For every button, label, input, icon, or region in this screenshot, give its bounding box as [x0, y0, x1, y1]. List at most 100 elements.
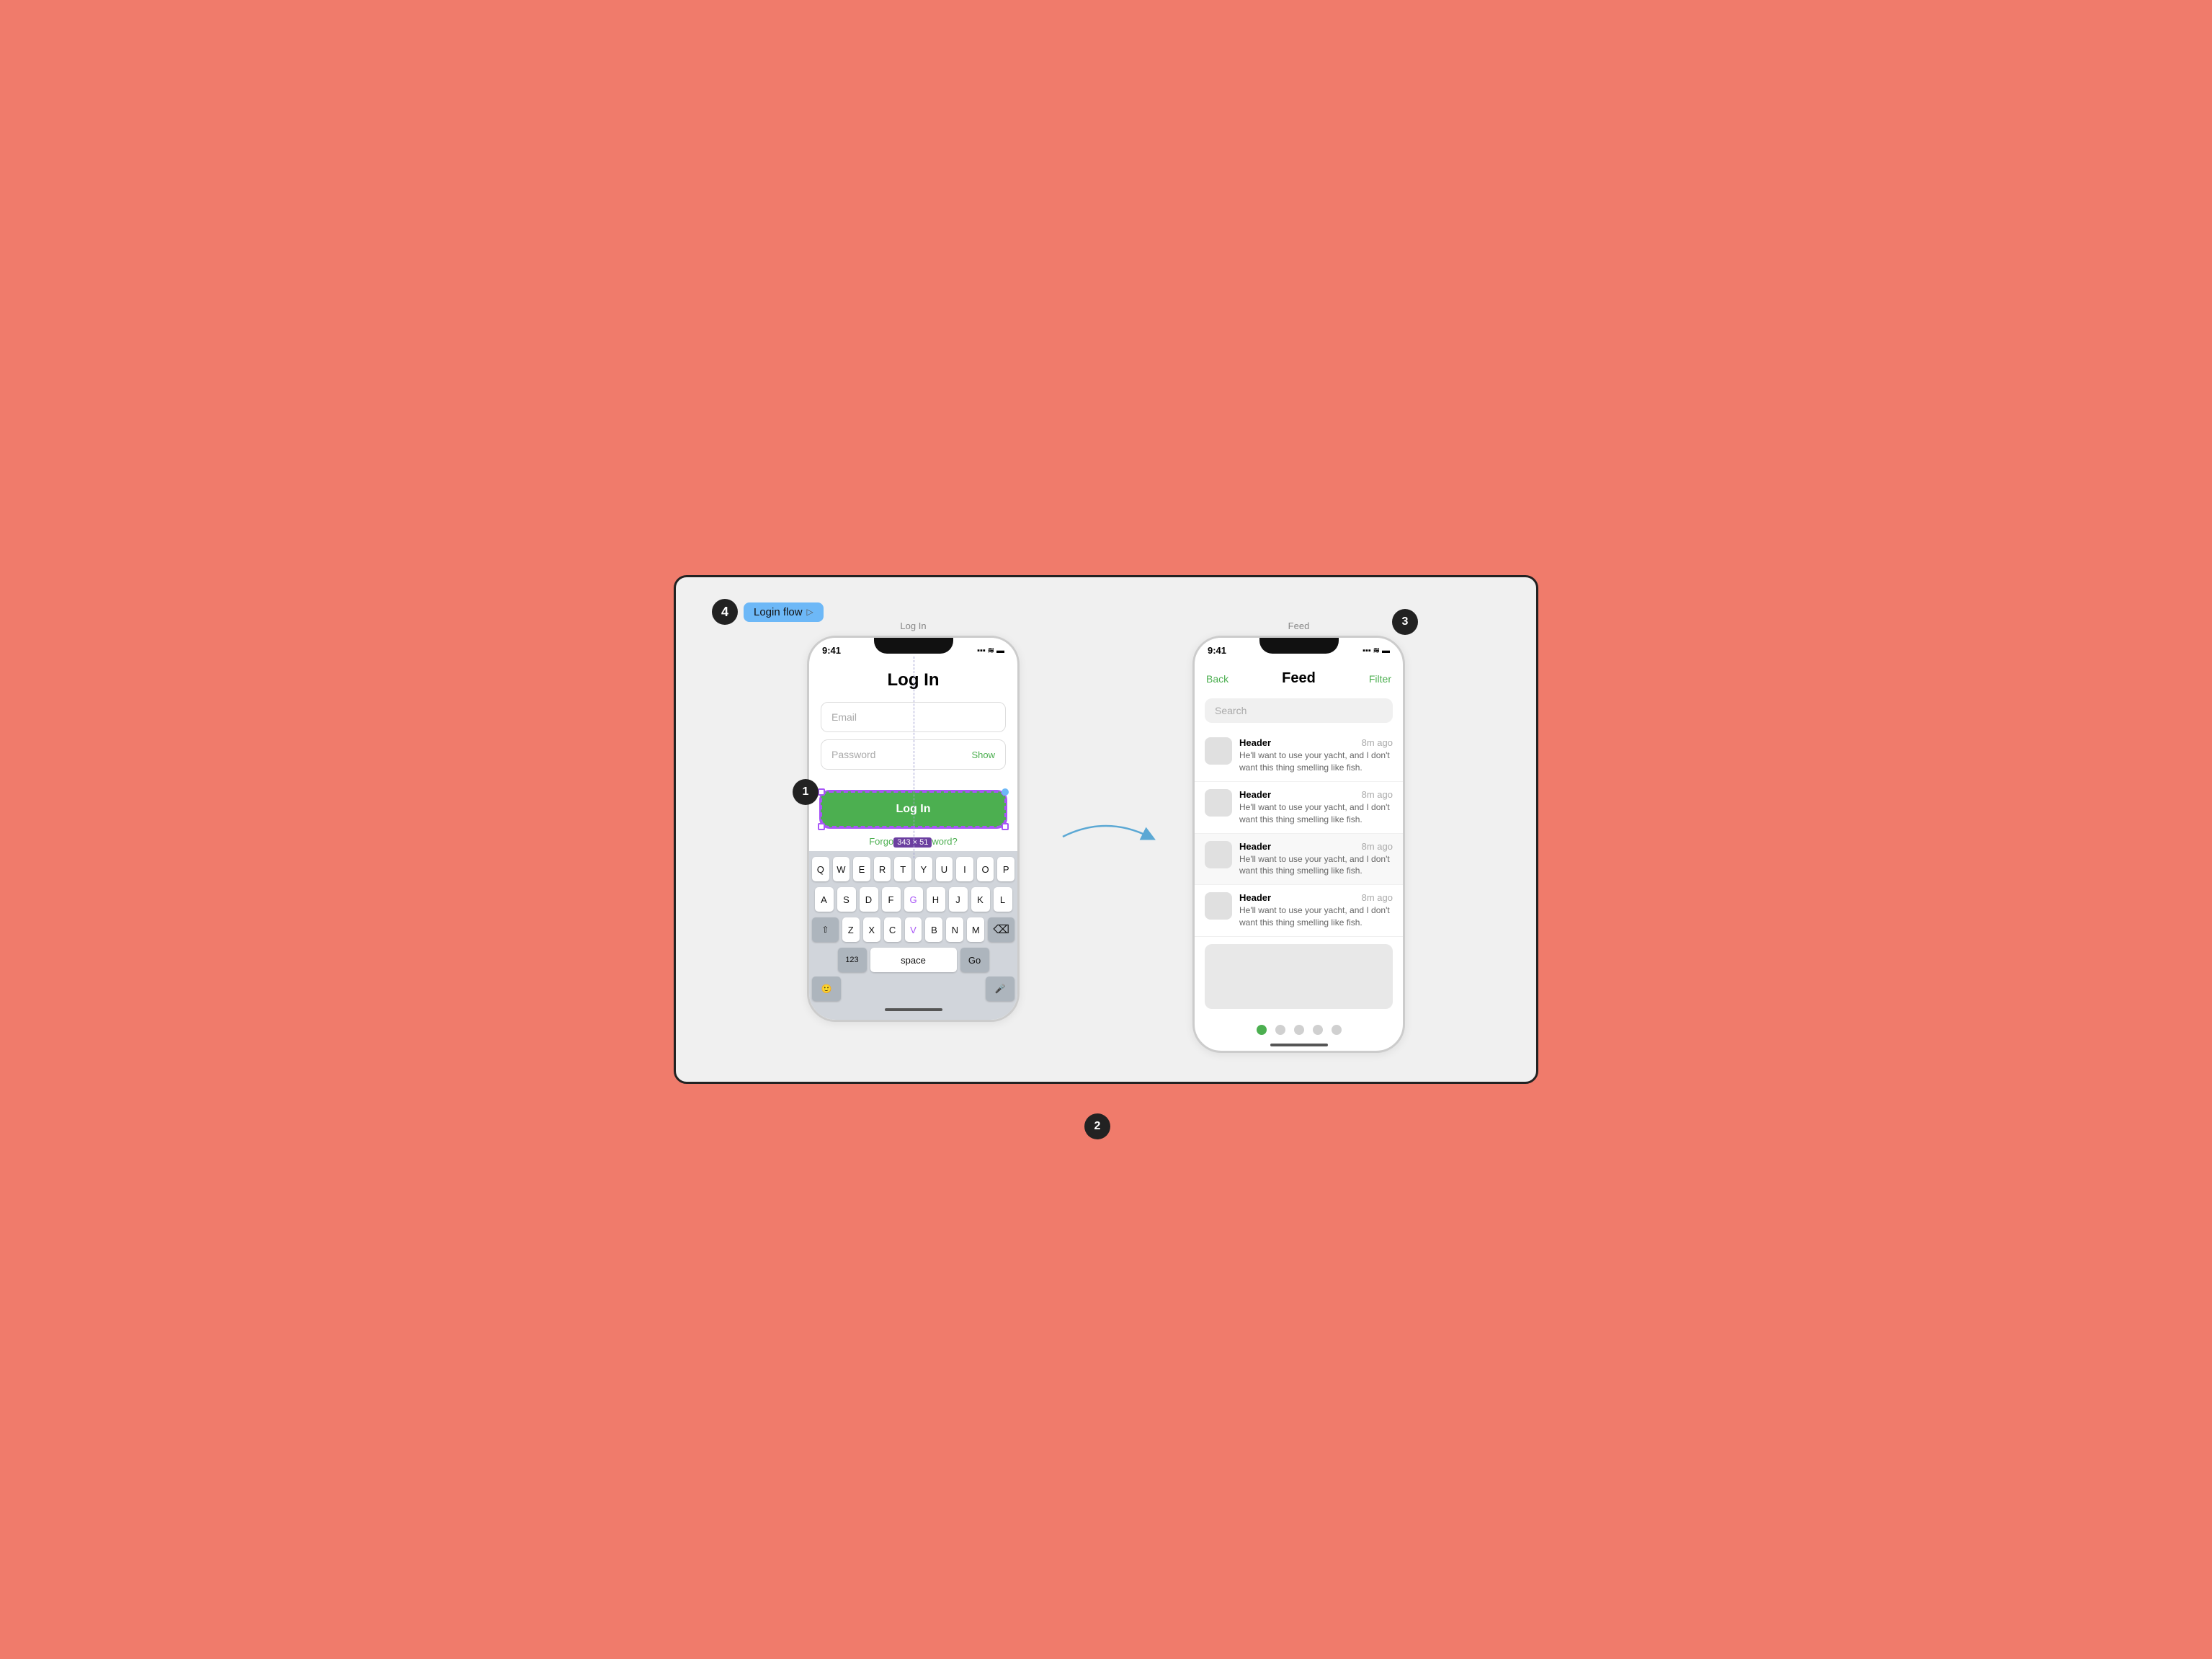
key-shift[interactable]: ⇧ — [812, 917, 839, 942]
feed-dot-3[interactable] — [1313, 1025, 1323, 1035]
key-n[interactable]: N — [946, 917, 963, 942]
back-button[interactable]: Back — [1206, 673, 1228, 685]
key-g[interactable]: G — [904, 887, 923, 912]
key-w[interactable]: W — [833, 857, 850, 881]
play-icon[interactable]: ▷ — [807, 607, 813, 617]
right-phone-wrapper: Feed 9:41 ▪▪▪ ≋ ▬ Back Feed — [1192, 621, 1405, 1052]
left-status-icons: ▪▪▪ ≋ ▬ — [977, 646, 1004, 655]
r-battery-icon: ▬ — [1382, 646, 1390, 655]
feed-dot-0[interactable] — [1257, 1025, 1267, 1035]
feed-item-content-1: Header 8m ago He'll want to use your yac… — [1239, 789, 1393, 826]
circle-3: 3 — [1392, 609, 1418, 635]
key-p[interactable]: P — [997, 857, 1014, 881]
key-v[interactable]: V — [905, 917, 922, 942]
feed-item-0[interactable]: Header 8m ago He'll want to use your yac… — [1195, 730, 1403, 782]
feed-avatar-0 — [1205, 737, 1232, 765]
key-x[interactable]: X — [863, 917, 880, 942]
feed-dot-1[interactable] — [1275, 1025, 1285, 1035]
connection-arrow-svg — [1063, 815, 1149, 858]
key-space[interactable]: space — [870, 948, 957, 972]
filter-button[interactable]: Filter — [1369, 673, 1391, 685]
kb-row-1: Q W E R T Y U I O P — [812, 857, 1014, 881]
key-y[interactable]: Y — [915, 857, 932, 881]
key-j[interactable]: J — [949, 887, 968, 912]
kb-row-2: A S D F G H J K L — [812, 887, 1014, 912]
key-t[interactable]: T — [894, 857, 911, 881]
handle-top-right — [1002, 788, 1009, 796]
key-m[interactable]: M — [967, 917, 984, 942]
feed-item-header-1: Header 8m ago — [1239, 789, 1393, 800]
flow-badge-label: Login flow — [754, 606, 803, 618]
handle-bottom-left — [818, 823, 825, 830]
key-b[interactable]: B — [925, 917, 942, 942]
key-c[interactable]: C — [884, 917, 901, 942]
left-phone-wrapper: Log In 9:41 ▪▪▪ ≋ ▬ Log In — [807, 621, 1020, 1052]
kb-emoji-row: 🙂 🎤 — [812, 977, 1014, 1001]
email-field[interactable]: Email — [821, 702, 1006, 732]
feed-item-name-1: Header — [1239, 789, 1271, 800]
password-field[interactable]: Password Show — [821, 739, 1006, 770]
feed-dot-2[interactable] — [1294, 1025, 1304, 1035]
signal-icon: ▪▪▪ — [977, 646, 986, 655]
feed-item-3[interactable]: Header 8m ago He'll want to use your yac… — [1195, 885, 1403, 937]
left-status-time: 9:41 — [822, 645, 841, 656]
circle-2: 2 — [1084, 1113, 1110, 1139]
show-password-button[interactable]: Show — [971, 750, 995, 760]
feed-item-1[interactable]: Header 8m ago He'll want to use your yac… — [1195, 782, 1403, 834]
feed-item-2[interactable]: Header 8m ago He'll want to use your yac… — [1195, 834, 1403, 886]
left-notch — [874, 638, 953, 654]
feed-item-header-0: Header 8m ago — [1239, 737, 1393, 748]
right-phone: 9:41 ▪▪▪ ≋ ▬ Back Feed Filter Searc — [1192, 636, 1405, 1052]
key-k[interactable]: K — [971, 887, 990, 912]
forgot-suffix: word? — [932, 836, 957, 847]
key-123[interactable]: 123 — [838, 948, 867, 972]
key-delete[interactable]: ⌫ — [988, 917, 1014, 942]
login-button-label: Log In — [896, 803, 931, 815]
key-z[interactable]: Z — [842, 917, 860, 942]
key-q[interactable]: Q — [812, 857, 829, 881]
feed-title: Feed — [1270, 664, 1327, 693]
feed-item-body-3: He'll want to use your yacht, and I don'… — [1239, 904, 1393, 929]
feed-item-content-0: Header 8m ago He'll want to use your yac… — [1239, 737, 1393, 774]
left-phone-label: Log In — [807, 621, 1020, 631]
wifi-icon: ≋ — [988, 646, 994, 655]
login-button[interactable]: Log In — [821, 791, 1006, 827]
feed-dots — [1195, 1016, 1403, 1041]
key-i[interactable]: I — [956, 857, 973, 881]
key-d[interactable]: D — [860, 887, 878, 912]
login-button-wrapper: Log In — [821, 791, 1006, 827]
feed-list: Header 8m ago He'll want to use your yac… — [1195, 730, 1403, 936]
feed-avatar-2 — [1205, 841, 1232, 868]
key-h[interactable]: H — [927, 887, 945, 912]
flow-badge[interactable]: Login flow ▷ — [744, 602, 824, 622]
key-o[interactable]: O — [977, 857, 994, 881]
key-emoji[interactable]: 🙂 — [812, 977, 841, 1001]
right-phone-label: Feed — [1192, 621, 1405, 631]
right-status-icons: ▪▪▪ ≋ ▬ — [1363, 646, 1390, 655]
battery-icon: ▬ — [996, 646, 1004, 655]
key-f[interactable]: F — [882, 887, 901, 912]
key-mic[interactable]: 🎤 — [986, 977, 1014, 1001]
key-go[interactable]: Go — [960, 948, 989, 972]
right-home-bar — [1195, 1041, 1403, 1051]
home-bar-area — [812, 1005, 1014, 1015]
feed-dot-4[interactable] — [1332, 1025, 1342, 1035]
key-s[interactable]: S — [837, 887, 856, 912]
key-e[interactable]: E — [853, 857, 870, 881]
feed-item-content-3: Header 8m ago He'll want to use your yac… — [1239, 892, 1393, 929]
right-notch — [1259, 638, 1339, 654]
feed-item-name-0: Header — [1239, 737, 1271, 748]
feed-item-body-2: He'll want to use your yacht, and I don'… — [1239, 853, 1393, 878]
key-u[interactable]: U — [936, 857, 953, 881]
feed-item-body-1: He'll want to use your yacht, and I don'… — [1239, 801, 1393, 826]
key-l[interactable]: L — [994, 887, 1012, 912]
search-bar[interactable]: Search — [1205, 698, 1393, 723]
feed-item-header-3: Header 8m ago — [1239, 892, 1393, 903]
right-home-bar-indicator — [1270, 1044, 1328, 1046]
feed-item-name-2: Header — [1239, 841, 1271, 852]
key-r[interactable]: R — [874, 857, 891, 881]
key-a[interactable]: A — [815, 887, 834, 912]
forgot-password-line: Forgo343 × 51word? — [821, 836, 1006, 847]
keyboard[interactable]: Q W E R T Y U I O P A S — [809, 851, 1017, 1020]
feed-item-content-2: Header 8m ago He'll want to use your yac… — [1239, 841, 1393, 878]
